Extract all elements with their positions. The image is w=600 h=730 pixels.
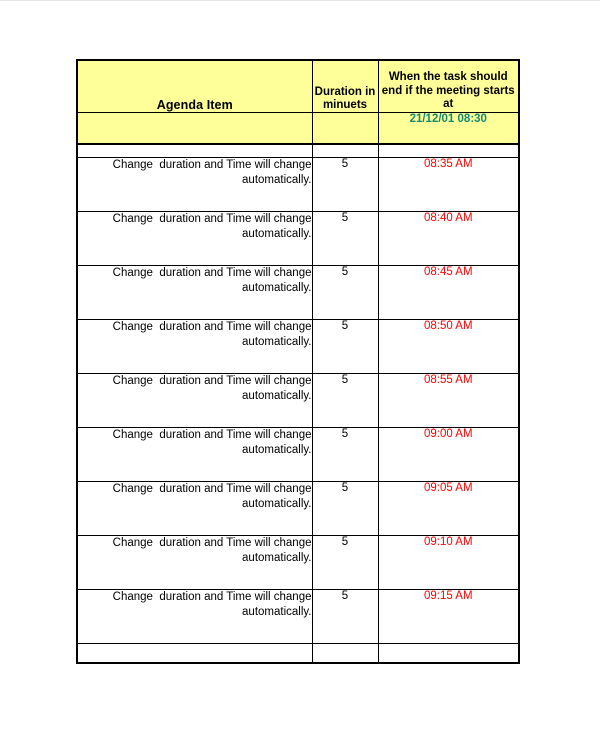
cell-end-time: 08:50 AM <box>377 318 520 374</box>
column-header-agenda-item: Agenda Item <box>76 59 313 113</box>
cell-duration: 5 <box>311 426 379 482</box>
cell-end-time: 08:35 AM <box>377 156 520 212</box>
header-row-titles: Agenda Item Duration in minuets When the… <box>76 59 520 113</box>
table-row: Change duration and Time will change aut… <box>76 318 520 374</box>
header-row-start-time: 21/12/01 08:30 <box>76 111 520 145</box>
cell-agenda-item: Change duration and Time will change aut… <box>76 588 313 644</box>
cell-end-time: 08:55 AM <box>377 372 520 428</box>
header-start-blank-duration <box>311 111 379 145</box>
cell-agenda-item: Change duration and Time will change aut… <box>76 426 313 482</box>
table-row: Change duration and Time will change aut… <box>76 372 520 428</box>
column-header-end-time: When the task should end if the meeting … <box>377 59 520 113</box>
cell-duration: 5 <box>311 156 379 212</box>
spacer-cell-end-time <box>377 144 520 158</box>
footer-cell-end-time <box>377 642 520 664</box>
column-header-duration: Duration in minuets <box>311 59 379 113</box>
cell-agenda-item: Change duration and Time will change aut… <box>76 318 313 374</box>
cell-duration: 5 <box>311 480 379 536</box>
footer-cell-item <box>76 642 313 664</box>
spacer-cell-duration <box>311 144 379 158</box>
cell-duration: 5 <box>311 318 379 374</box>
spacer-cell-item <box>76 144 313 158</box>
cell-agenda-item: Change duration and Time will change aut… <box>76 480 313 536</box>
table-row: Change duration and Time will change aut… <box>76 480 520 536</box>
header-start-blank-item <box>76 111 313 145</box>
cell-end-time: 09:10 AM <box>377 534 520 590</box>
cell-agenda-item: Change duration and Time will change aut… <box>76 372 313 428</box>
cell-duration: 5 <box>311 534 379 590</box>
table-row: Change duration and Time will change aut… <box>76 534 520 590</box>
page: Agenda Item Duration in minuets When the… <box>0 0 600 730</box>
cell-duration: 5 <box>311 264 379 320</box>
cell-agenda-item: Change duration and Time will change aut… <box>76 534 313 590</box>
cell-end-time: 08:45 AM <box>377 264 520 320</box>
agenda-sheet: Agenda Item Duration in minuets When the… <box>76 59 520 664</box>
cell-end-time: 09:15 AM <box>377 588 520 644</box>
agenda-table: Agenda Item Duration in minuets When the… <box>76 59 520 664</box>
cell-end-time: 08:40 AM <box>377 210 520 266</box>
table-body: Change duration and Time will change aut… <box>76 144 520 664</box>
cell-agenda-item: Change duration and Time will change aut… <box>76 156 313 212</box>
table-row: Change duration and Time will change aut… <box>76 210 520 266</box>
cell-duration: 5 <box>311 588 379 644</box>
cell-agenda-item: Change duration and Time will change aut… <box>76 264 313 320</box>
table-row: Change duration and Time will change aut… <box>76 264 520 320</box>
table-header: Agenda Item Duration in minuets When the… <box>76 59 520 145</box>
cell-duration: 5 <box>311 372 379 428</box>
spacer-row <box>76 144 520 158</box>
meeting-start-datetime: 21/12/01 08:30 <box>377 111 520 145</box>
table-row: Change duration and Time will change aut… <box>76 588 520 644</box>
cell-duration: 5 <box>311 210 379 266</box>
cell-end-time: 09:05 AM <box>377 480 520 536</box>
table-footer-row <box>76 642 520 664</box>
cell-end-time: 09:00 AM <box>377 426 520 482</box>
cell-agenda-item: Change duration and Time will change aut… <box>76 210 313 266</box>
table-row: Change duration and Time will change aut… <box>76 426 520 482</box>
table-row: Change duration and Time will change aut… <box>76 156 520 212</box>
footer-cell-duration <box>311 642 379 664</box>
